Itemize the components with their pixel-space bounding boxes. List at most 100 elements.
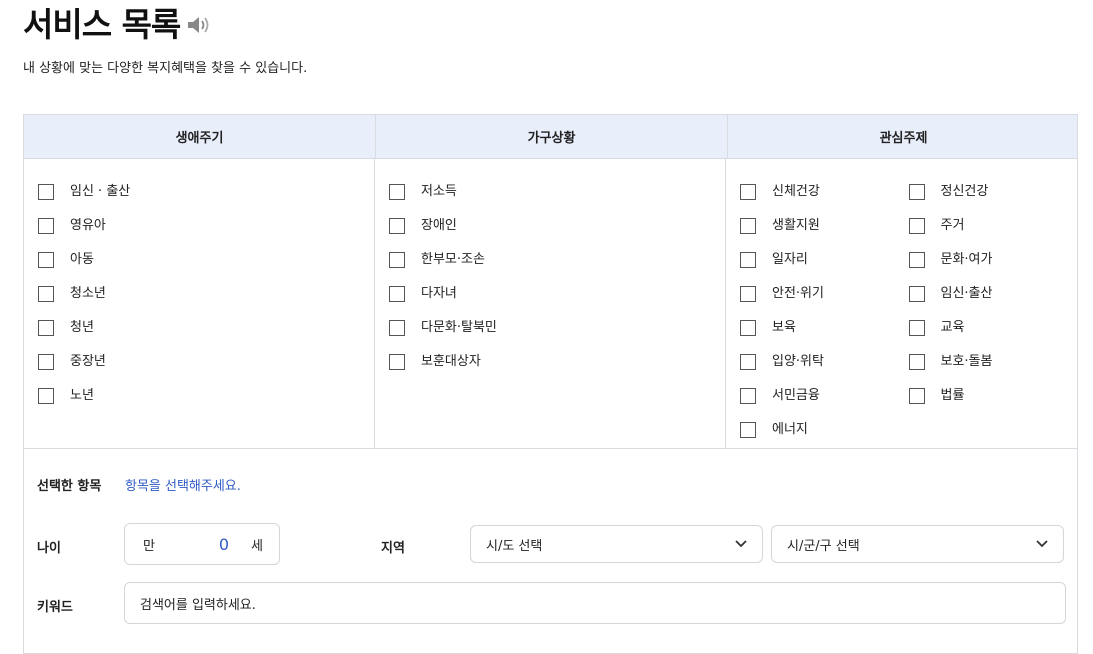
- column-header-life-cycle: 생애주기: [24, 115, 376, 158]
- checkbox-item[interactable]: 법률: [908, 388, 1078, 422]
- checkbox-label: 다자녀: [421, 286, 457, 301]
- checkbox[interactable]: [389, 354, 405, 370]
- checkbox-label: 법률: [940, 388, 965, 403]
- checkbox-item[interactable]: 서민금융: [740, 388, 909, 422]
- checkbox-item[interactable]: 저소득: [389, 184, 725, 218]
- checkbox-label: 보훈대상자: [421, 354, 481, 369]
- checkbox-label: 에너지: [772, 422, 808, 437]
- checkbox-item[interactable]: 교육: [908, 320, 1078, 354]
- checkbox-item[interactable]: 다자녀: [389, 286, 725, 320]
- selected-items-value: 항목을 선택해주세요.: [125, 479, 241, 494]
- checkbox[interactable]: [38, 388, 54, 404]
- checkbox-item[interactable]: 안전·위기: [740, 286, 909, 320]
- interest-list: 신체건강생활지원일자리 안전·위기보육입양·위탁 서민금융 에너지 정신건강 주거문화·…: [726, 159, 1077, 448]
- checkbox-item[interactable]: 임신·출산: [908, 286, 1078, 320]
- province-select-value: 시/도 선택: [486, 538, 543, 554]
- checkbox[interactable]: [908, 252, 925, 268]
- checkbox-item[interactable]: 다문화·탈북민: [389, 320, 725, 354]
- life-cycle-list: 임신 · 출산 영유아아동청소년 청년 중장년 노년: [24, 159, 375, 448]
- checkbox[interactable]: [908, 320, 925, 336]
- checkbox-item[interactable]: 보호·돌봄: [908, 354, 1078, 388]
- checkbox-item[interactable]: 노년: [38, 388, 374, 422]
- checkbox-label: 문화·여가: [940, 252, 993, 267]
- checkbox-label: 보육: [772, 320, 796, 335]
- page-header: 서비스 목록: [23, 4, 212, 46]
- checkbox-item[interactable]: 일자리: [740, 252, 909, 286]
- checkbox[interactable]: [38, 218, 54, 234]
- age-label: 나이: [37, 541, 61, 556]
- checkbox[interactable]: [740, 286, 756, 302]
- checkbox[interactable]: [740, 184, 756, 200]
- checkbox[interactable]: [38, 320, 54, 336]
- page-subtitle: 내 상황에 맞는 다양한 복지혜택을 찾을 수 있습니다.: [23, 61, 308, 76]
- checkbox-label: 저소득: [421, 184, 457, 199]
- checkbox-item[interactable]: 문화·여가: [908, 252, 1078, 286]
- page-title: 서비스 목록: [23, 5, 181, 44]
- checkbox[interactable]: [740, 218, 756, 234]
- checkbox-item[interactable]: 영유아: [38, 218, 374, 252]
- checkbox[interactable]: [389, 218, 405, 234]
- checkbox-label: 신체건강: [772, 184, 820, 199]
- filter-body: 임신 · 출산 영유아아동청소년 청년 중장년 노년 저소득장애인 한부모·조손다자녀다문…: [24, 159, 1077, 449]
- filter-header-row: 생애주기 가구상황 관심주제: [24, 115, 1077, 159]
- checkbox[interactable]: [389, 184, 405, 200]
- checkbox-item[interactable]: 아동: [38, 252, 374, 286]
- checkbox[interactable]: [908, 286, 925, 302]
- checkbox[interactable]: [38, 184, 54, 200]
- age-suffix: 세: [251, 538, 263, 554]
- checkbox-item[interactable]: 보훈대상자: [389, 354, 725, 388]
- checkbox-label: 아동: [70, 252, 94, 267]
- checkbox[interactable]: [740, 252, 756, 268]
- checkbox-label: 다문화·탈북민: [421, 320, 497, 335]
- keyword-placeholder: 검색어를 입력하세요.: [140, 597, 256, 613]
- checkbox[interactable]: [389, 252, 405, 268]
- checkbox-label: 한부모·조손: [421, 252, 485, 267]
- checkbox-label: 보호·돌봄: [940, 354, 993, 369]
- checkbox-item[interactable]: 청소년: [38, 286, 374, 320]
- keyword-input[interactable]: 검색어를 입력하세요.: [124, 582, 1066, 624]
- checkbox[interactable]: [740, 320, 756, 336]
- checkbox[interactable]: [908, 354, 925, 370]
- province-select[interactable]: 시/도 선택: [470, 525, 763, 563]
- checkbox-item[interactable]: 입양·위탁: [740, 354, 909, 388]
- checkbox-item[interactable]: 생활지원: [740, 218, 909, 252]
- checkbox-item[interactable]: 에너지: [740, 422, 909, 456]
- checkbox[interactable]: [389, 286, 405, 302]
- age-value[interactable]: 0: [203, 535, 229, 554]
- checkbox[interactable]: [38, 354, 54, 370]
- checkbox-label: 노년: [70, 388, 94, 403]
- checkbox[interactable]: [908, 388, 925, 404]
- checkbox[interactable]: [740, 354, 756, 370]
- checkbox-item[interactable]: 청년: [38, 320, 374, 354]
- checkbox-label: 생활지원: [772, 218, 820, 233]
- selected-items-row: 선택한 항목 항목을 선택해주세요.: [37, 475, 241, 494]
- checkbox-item[interactable]: 임신 · 출산: [38, 184, 374, 218]
- checkbox-label: 주거: [940, 218, 965, 233]
- checkbox-item[interactable]: 주거: [908, 218, 1078, 252]
- checkbox-label: 안전·위기: [772, 286, 824, 301]
- checkbox[interactable]: [38, 286, 54, 302]
- checkbox-item[interactable]: 신체건강: [740, 184, 909, 218]
- checkbox-item[interactable]: 정신건강: [908, 184, 1078, 218]
- checkbox[interactable]: [908, 184, 925, 200]
- speaker-icon[interactable]: [186, 13, 212, 37]
- checkbox[interactable]: [389, 320, 405, 336]
- age-input[interactable]: 만 0 세: [124, 523, 280, 565]
- district-select-value: 시/군/구 선택: [787, 538, 860, 554]
- age-prefix: 만: [143, 538, 155, 554]
- checkbox-item[interactable]: 한부모·조손: [389, 252, 725, 286]
- checkbox-label: 임신·출산: [940, 286, 993, 301]
- filter-panel: 생애주기 가구상황 관심주제 임신 · 출산 영유아아동청소년 청년 중장년 노년 저소…: [23, 114, 1078, 654]
- checkbox[interactable]: [908, 218, 925, 234]
- checkbox[interactable]: [38, 252, 54, 268]
- district-select[interactable]: 시/군/구 선택: [771, 525, 1064, 563]
- selected-items-label: 선택한 항목: [37, 479, 102, 494]
- column-header-household: 가구상황: [376, 115, 728, 158]
- checkbox[interactable]: [740, 422, 756, 438]
- checkbox-item[interactable]: 보육: [740, 320, 909, 354]
- checkbox-item[interactable]: 중장년: [38, 354, 374, 388]
- interest-list-col1: 신체건강생활지원일자리 안전·위기보육입양·위탁 서민금융 에너지: [740, 184, 909, 448]
- checkbox[interactable]: [740, 388, 756, 404]
- checkbox-label: 영유아: [70, 218, 106, 233]
- checkbox-item[interactable]: 장애인: [389, 218, 725, 252]
